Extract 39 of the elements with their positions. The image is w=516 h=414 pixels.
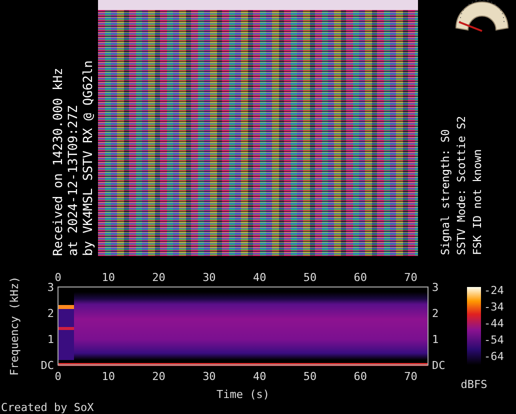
frequency-tick-label: DC (40, 359, 54, 372)
frequency-tick-label: 1 (47, 333, 54, 346)
colorbar-tick-label: -54 (484, 334, 504, 346)
colorbar-tick-label: -64 (484, 350, 504, 363)
frequency-tick-label: 2 (432, 307, 439, 320)
time-tick-label: 40 (252, 271, 266, 284)
decode-info-text: FSK ID not known (470, 148, 485, 255)
time-tick-label: 50 (303, 271, 317, 284)
time-tick-label: 30 (202, 370, 216, 383)
colorbar-tick-label: -24 (484, 284, 504, 297)
time-tick-label: 0 (54, 271, 62, 284)
time-tick-label: 20 (152, 370, 166, 383)
time-tick-label: 0 (54, 370, 62, 383)
time-tick-label: 20 (152, 271, 166, 284)
reception-info-text: by VK4MSL SSTV RX @ QG62ln (80, 59, 95, 256)
decode-info-text: SSTV Mode: Scottie S2 (454, 116, 469, 255)
time-tick-label: 10 (102, 370, 116, 383)
frequency-tick-label: DC (432, 359, 446, 372)
time-tick-label: 60 (354, 370, 368, 383)
frequency-tick-label: 1 (432, 333, 439, 346)
y-axis-title: Frequency (kHz) (8, 276, 21, 376)
footer-credit: Created by SoX (1, 401, 94, 414)
reception-info-text: Received on 14230.000 kHz (50, 66, 65, 256)
colorbar-unit: dBFS (460, 378, 488, 391)
time-tick-label: 10 (102, 271, 116, 284)
time-tick-label: 50 (303, 370, 317, 383)
decode-info-text: Signal strength: S0 (438, 128, 453, 255)
time-tick-label: 70 (404, 370, 418, 383)
time-tick-label: 40 (252, 370, 266, 383)
time-tick-label: 30 (202, 271, 216, 284)
x-axis-title: Time (s) (216, 388, 270, 401)
colorbar-tick-label: -44 (484, 317, 504, 330)
time-tick-label: 70 (404, 271, 418, 284)
frequency-tick-label: 3 (47, 281, 54, 294)
time-tick-label: 60 (354, 271, 368, 284)
frequency-tick-label: 2 (47, 307, 54, 320)
colorbar-tick-label: -34 (484, 300, 504, 314)
reception-info-text: at 2024-12-13T09:27Z (65, 104, 80, 256)
frequency-tick-label: 3 (432, 281, 439, 294)
